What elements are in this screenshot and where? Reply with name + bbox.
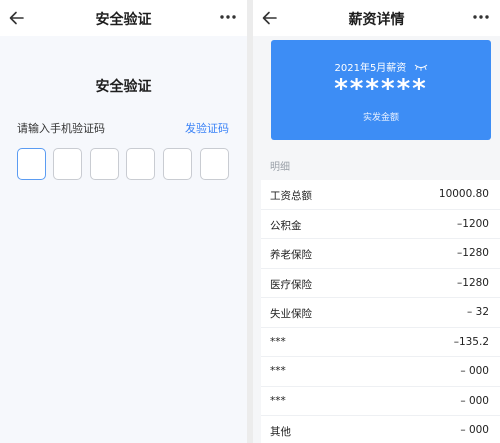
item-label: *** bbox=[270, 365, 286, 377]
code-input-box[interactable] bbox=[90, 148, 119, 180]
item-value: –1200 bbox=[457, 217, 489, 230]
code-input-box[interactable] bbox=[53, 148, 82, 180]
top-nav-bar: 安全验证 bbox=[0, 0, 247, 36]
item-label: 工资总额 bbox=[270, 190, 312, 202]
list-item: 养老保险 –1280 bbox=[261, 239, 500, 269]
detail-section-header: 明细 bbox=[270, 162, 290, 173]
item-label: 其他 bbox=[270, 426, 291, 438]
nav-title: 薪资详情 bbox=[348, 12, 405, 28]
salary-period: 2021年5月薪资 bbox=[271, 59, 491, 74]
nav-title: 安全验证 bbox=[95, 12, 152, 28]
salary-period-label: 2021年5月薪资 bbox=[334, 63, 407, 74]
item-label: *** bbox=[270, 394, 286, 407]
item-label: 医疗保险 bbox=[270, 278, 312, 291]
amount-caption: 实发金额 bbox=[362, 113, 399, 123]
code-input-box[interactable] bbox=[126, 148, 155, 180]
code-input-box[interactable] bbox=[200, 148, 229, 180]
list-item: 其他 – 000 bbox=[261, 416, 500, 443]
masked-amount: ****** bbox=[334, 74, 428, 104]
page-title: 安全验证 bbox=[95, 79, 152, 95]
list-item: 工资总额 10000.80 bbox=[261, 180, 500, 210]
code-input-box[interactable] bbox=[163, 148, 192, 180]
eye-closed-icon[interactable] bbox=[414, 63, 428, 71]
item-value: 10000.80 bbox=[438, 188, 489, 200]
item-value: –1280 bbox=[457, 276, 489, 289]
salary-item-list: 工资总额 10000.80 公积金 –1200 养老保险 –1280 医疗保险 –128… bbox=[261, 180, 500, 443]
send-code-link[interactable]: 发验证码 bbox=[185, 120, 229, 136]
security-verify-screen: 安全验证 安全验证 请输入手机验证码 发验证码 bbox=[0, 0, 247, 443]
item-value: –135.2 bbox=[453, 335, 489, 348]
list-item: 医疗保险 –1280 bbox=[261, 269, 500, 298]
item-value: – 000 bbox=[460, 365, 489, 377]
salary-summary-card: 2021年5月薪资 ****** 实发金额 bbox=[271, 40, 491, 140]
list-item: 失业保险 – 32 bbox=[261, 298, 500, 328]
list-item: *** – 000 bbox=[261, 357, 500, 387]
item-value: – 000 bbox=[460, 424, 489, 436]
verify-content: 安全验证 请输入手机验证码 发验证码 bbox=[0, 36, 247, 443]
list-item: *** –135.2 bbox=[261, 328, 500, 357]
more-dots-icon[interactable] bbox=[219, 8, 237, 26]
item-label: 养老保险 bbox=[270, 249, 312, 261]
item-label: 失业保险 bbox=[270, 308, 312, 320]
item-label: 公积金 bbox=[270, 219, 302, 232]
list-item: *** – 000 bbox=[261, 387, 500, 416]
salary-detail-screen: 薪资详情 2021年5月薪资 ****** 实发金额 明细 工资总额 10000.… bbox=[253, 0, 500, 443]
item-value: – 000 bbox=[460, 394, 489, 407]
item-value: – 32 bbox=[467, 306, 489, 318]
list-item: 公积金 –1200 bbox=[261, 210, 500, 239]
code-prompt-label: 请输入手机验证码 bbox=[17, 122, 105, 135]
item-label: *** bbox=[270, 335, 286, 348]
more-dots-icon[interactable] bbox=[472, 8, 490, 26]
item-value: –1280 bbox=[457, 247, 489, 259]
code-input-box[interactable] bbox=[17, 148, 46, 180]
code-input-group bbox=[17, 148, 229, 180]
top-nav-bar: 薪资详情 bbox=[253, 0, 500, 36]
